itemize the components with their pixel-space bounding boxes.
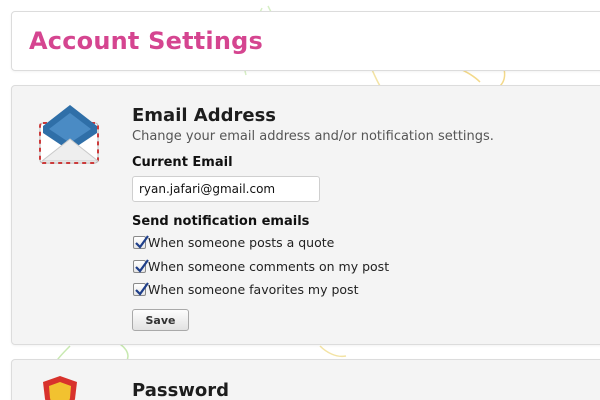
notify-favorite-checkbox[interactable] <box>133 282 149 296</box>
notify-quote-checkbox[interactable] <box>133 235 149 249</box>
page-title: Account Settings <box>29 27 264 55</box>
notify-comment-checkbox[interactable] <box>133 259 149 273</box>
header-panel: Account Settings <box>11 11 600 71</box>
email-settings-panel: Email Address Change your email address … <box>11 85 600 345</box>
shield-icon <box>43 376 77 400</box>
password-settings-panel: Password <box>11 359 600 400</box>
notify-favorite-label: When someone favorites my post <box>148 282 359 297</box>
password-section-title: Password <box>132 380 230 400</box>
current-email-label: Current Email <box>132 155 233 170</box>
email-section-title: Email Address <box>132 105 277 126</box>
notify-quote-option[interactable]: When someone posts a quote <box>133 235 334 250</box>
notify-quote-label: When someone posts a quote <box>148 235 335 250</box>
notify-comment-label: When someone comments on my post <box>148 259 390 274</box>
notify-comment-option[interactable]: When someone comments on my post <box>133 259 389 274</box>
email-section-description: Change your email address and/or notific… <box>132 129 494 144</box>
save-button[interactable]: Save <box>132 309 189 331</box>
notify-favorite-option[interactable]: When someone favorites my post <box>133 282 358 297</box>
current-email-input[interactable] <box>132 176 320 202</box>
notifications-label: Send notification emails <box>132 214 310 229</box>
envelope-icon <box>39 105 100 164</box>
